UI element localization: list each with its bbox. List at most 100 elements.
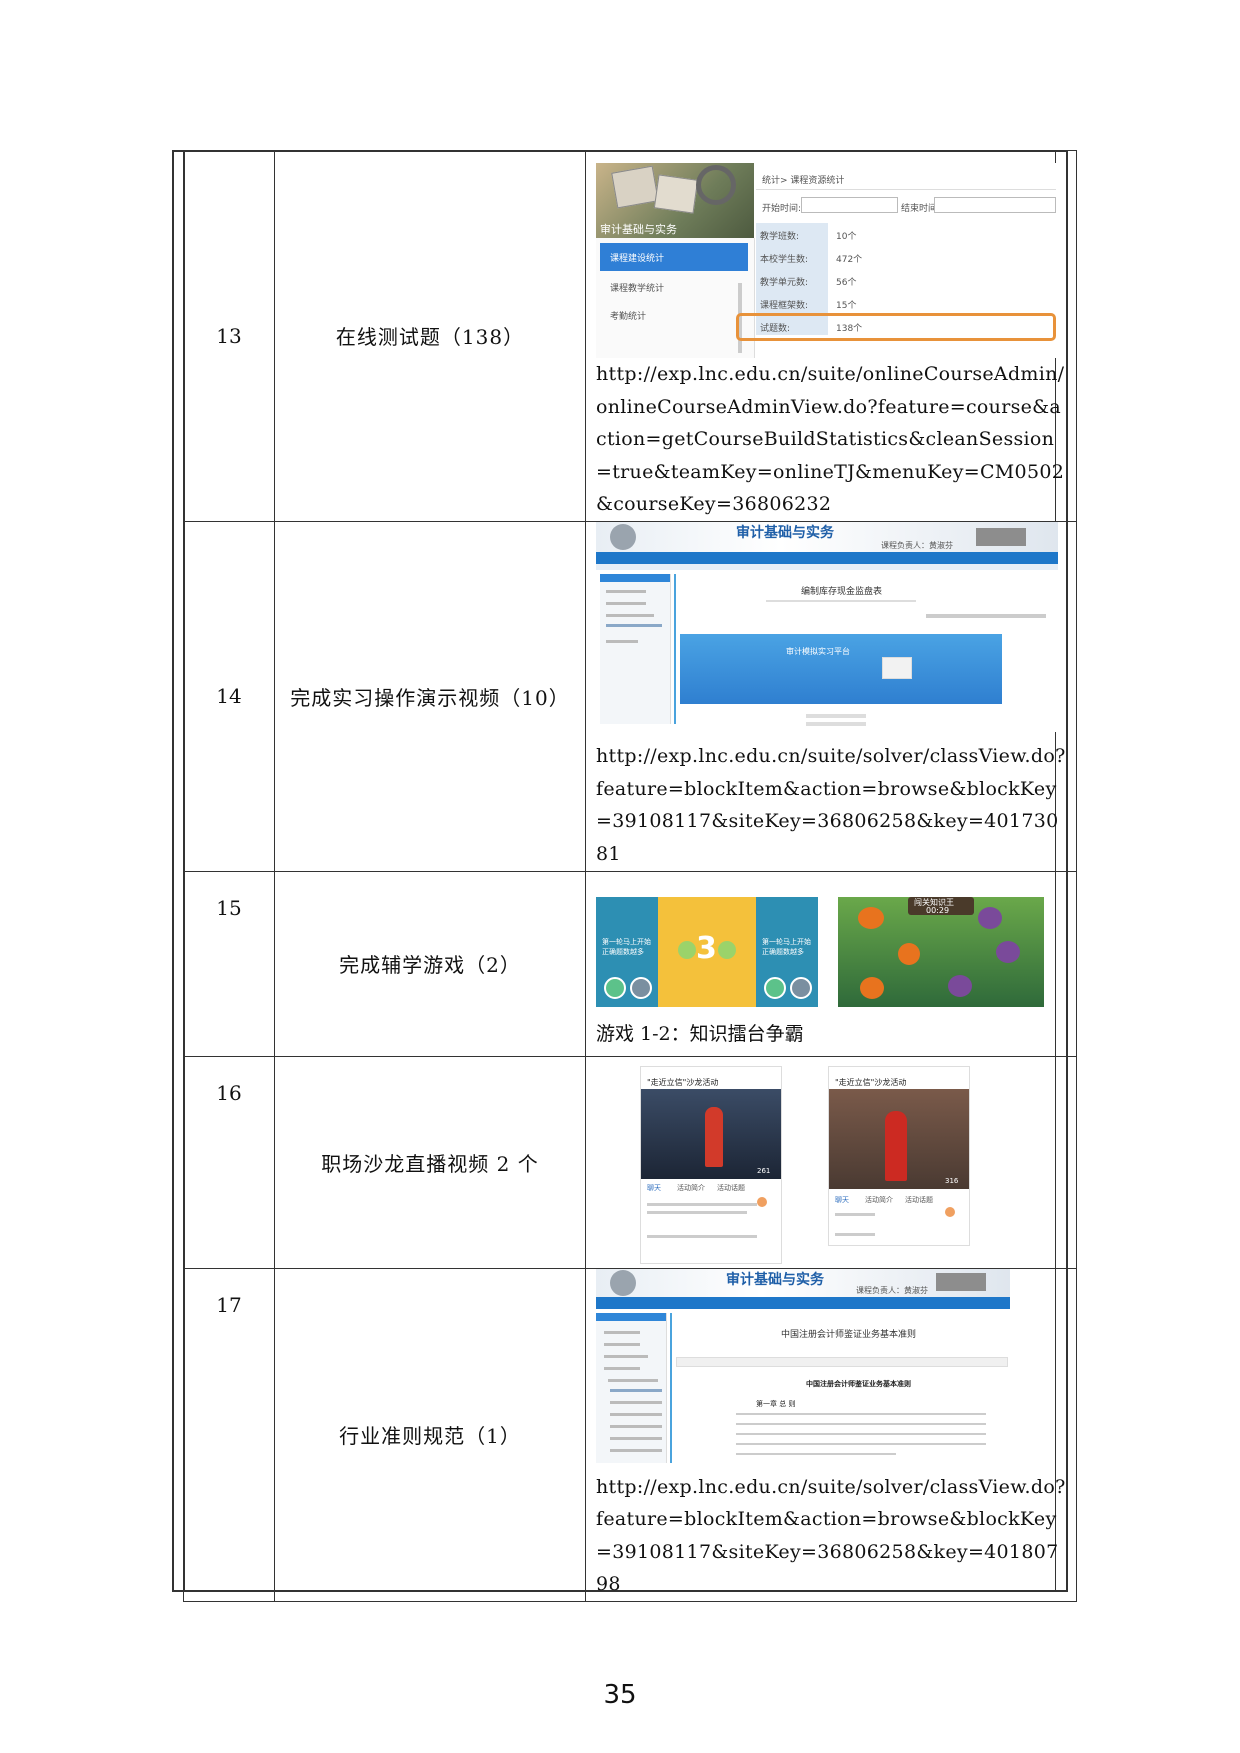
printer-graphic [976,528,1026,546]
game-screenshots: 第一轮马上开始 正确题数越多 第一轮马上开始 正确题数越多 3 闯关知识王 00… [596,881,1068,1007]
pumpkin-icon[interactable] [858,907,884,929]
row-number: 17 [183,1267,275,1602]
row-item-name: 行业准则规范（1） [274,1267,586,1602]
end-time-input[interactable] [934,197,1056,213]
sidebar-item-active[interactable] [610,1388,662,1392]
nav-bar[interactable] [596,1296,1010,1309]
text-line [736,1452,896,1455]
row-number: 16 [183,1055,275,1269]
sidebar-item[interactable] [610,1412,662,1416]
tab-topic[interactable]: 活动话题 [905,1195,933,1205]
start-time-input[interactable] [801,197,898,213]
close-icon[interactable] [790,977,812,999]
close-icon[interactable] [630,977,652,999]
video-player[interactable] [680,634,1002,704]
live-screenshots: "走近立信"沙龙活动 261 聊天 活动简介 活动话题 "走近立信"沙龙活动 3… [596,1062,1068,1264]
page-number: 35 [603,1680,637,1710]
row-number: 13 [183,150,275,522]
sidebar-item[interactable] [604,1354,648,1358]
sidebar-item[interactable] [604,1366,640,1370]
menu-item-label[interactable]: 课程教学统计 [610,281,664,294]
form-field[interactable] [806,714,866,718]
nav-bar[interactable] [596,552,1058,564]
globe-icon [610,1269,636,1296]
pumpkin-icon[interactable] [898,943,920,965]
viewer-count: 261 [757,1167,771,1175]
table-row: 13 在线测试题（138） 审计基础与实务 课程建设统计 课程教学统计 考勤统计… [183,150,1077,522]
printer-graphic [936,1272,986,1291]
sidebar-item[interactable] [606,640,638,643]
course-owner: 课程负责人：黄淑芬 [856,1285,928,1295]
stat-value: 472个 [836,255,863,265]
sub-nav [596,564,1058,570]
stat-label: 课程框架数: [760,301,809,311]
doc-chapter: 第一章 总 则 [756,1399,796,1408]
menu-item-label: 课程建设统计 [610,254,665,264]
divider [756,189,1056,190]
doc-heading: 中国注册会计师鉴证业务基本准则 [806,1379,911,1388]
sidebar-item[interactable] [608,1378,658,1382]
table-row: 16 职场沙龙直播视频 2 个 "走近立信"沙龙活动 261 聊天 活动简介 活… [183,1055,1077,1269]
video-title: 审计模拟实习平台 [786,647,850,656]
tab-chat[interactable]: 聊天 [835,1195,849,1205]
stat-label: 本校学生数: [760,255,809,265]
globe-icon [610,524,636,550]
row-content: 审计基础与实务 课程负责人：黄淑芬 编制库存现金监盘表 审计模拟实习平台 htt… [585,520,1077,872]
sidebar-item[interactable] [606,614,654,617]
text-line [736,1442,986,1445]
resource-url[interactable]: http://exp.lnc.edu.cn/suite/onlineCourse… [596,358,1068,521]
chart-icon [882,657,912,679]
doc-toolbar[interactable] [676,1356,1008,1367]
sidebar-item[interactable] [606,590,646,593]
form-field[interactable] [806,722,866,726]
cube-graphic [653,174,699,214]
table-row: 17 行业准则规范（1） 审计基础与实务 课程负责人：黄淑芬 中国注册会计师鉴证… [183,1267,1077,1602]
chat-line [835,1213,875,1216]
sidebar-item-active[interactable] [606,624,662,627]
avatar [945,1207,955,1217]
table-row: 15 完成辅学游戏（2） 第一轮马上开始 正确题数越多 第一轮马上开始 正确题数… [183,870,1077,1057]
eggplant-icon[interactable] [996,941,1020,963]
countdown: 3 [696,931,717,966]
divider [674,574,676,724]
sidebar-header [596,1312,666,1321]
sidebar-item[interactable] [610,1424,662,1428]
tab-topic[interactable]: 活动话题 [717,1183,745,1193]
avatar [757,1197,767,1207]
tab-intro[interactable]: 活动简介 [865,1195,893,1205]
sidebar-item[interactable] [610,1448,662,1452]
eggplant-icon[interactable] [978,907,1002,929]
presenter-figure [885,1111,907,1181]
stat-label: 教学单元数: [760,278,809,288]
live-title: "走近立信"沙龙活动 [835,1078,907,1087]
article-title: 编制库存现金监盘表 [801,587,883,597]
pumpkin-icon[interactable] [860,977,884,999]
stat-value: 15个 [836,301,857,311]
sidebar-item[interactable] [604,1330,640,1334]
resource-table: 13 在线测试题（138） 审计基础与实务 课程建设统计 课程教学统计 考勤统计… [183,150,1077,1602]
chat-line [647,1211,747,1214]
menu-item-label[interactable]: 考勤统计 [610,309,646,322]
sidebar-item[interactable] [610,1436,662,1440]
toolbar[interactable] [926,614,1046,618]
sidebar-header [600,574,670,582]
check-icon[interactable] [764,977,786,999]
sidebar [596,1312,667,1463]
tab-intro[interactable]: 活动简介 [677,1183,705,1193]
sidebar-item[interactable] [610,1400,662,1404]
start-time-label: 开始时间: [762,204,802,214]
row-content: 第一轮马上开始 正确题数越多 第一轮马上开始 正确题数越多 3 闯关知识王 00… [585,870,1077,1057]
row-content: 审计基础与实务 课程建设统计 课程教学统计 考勤统计 统计> 课程资源统计 开始… [585,150,1077,522]
resource-url[interactable]: http://exp.lnc.edu.cn/suite/solver/class… [596,740,1068,870]
tab-chat[interactable]: 聊天 [647,1183,661,1193]
live-screenshot-b: "走近立信"沙龙活动 316 聊天 活动简介 活动话题 [828,1066,970,1246]
breadcrumb: 统计> 课程资源统计 [762,176,845,186]
card-text: 第一轮马上开始 正确题数越多 [602,938,651,956]
resource-url[interactable]: http://exp.lnc.edu.cn/suite/solver/class… [596,1471,1068,1601]
check-icon[interactable] [604,977,626,999]
stat-value: 56个 [836,278,857,288]
eggplant-icon[interactable] [948,975,972,997]
sidebar-item[interactable] [606,602,646,605]
row-number: 14 [183,520,275,872]
sidebar-item[interactable] [604,1342,640,1346]
